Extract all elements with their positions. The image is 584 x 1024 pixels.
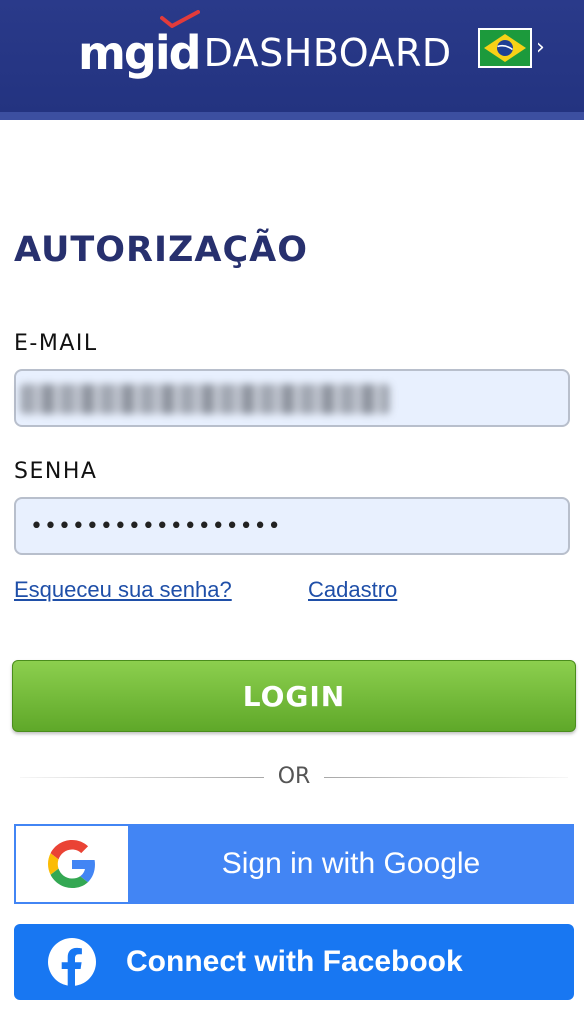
language-selector[interactable]: [478, 28, 532, 68]
google-icon-container: [16, 826, 128, 902]
or-divider: OR: [14, 762, 570, 792]
mgid-dashboard-logo[interactable]: mgid DASHBOARD: [78, 10, 452, 80]
google-signin-button[interactable]: Sign in with Google: [14, 824, 574, 904]
divider-line-left: [20, 777, 264, 778]
facebook-connect-label: Connect with Facebook: [126, 945, 463, 978]
google-icon: [48, 840, 95, 888]
signup-link[interactable]: Cadastro: [308, 576, 397, 604]
google-signin-label: Sign in with Google: [221, 847, 481, 880]
facebook-connect-button[interactable]: Connect with Facebook: [14, 924, 574, 1000]
or-text: OR: [277, 764, 311, 789]
divider-line-right: [324, 777, 568, 778]
brazil-flag-icon: [480, 30, 530, 66]
password-label: SENHA: [14, 459, 98, 484]
password-field[interactable]: [14, 497, 570, 555]
header-bar: mgid DASHBOARD ›: [0, 0, 584, 120]
email-field[interactable]: [14, 369, 570, 427]
logo-brand: mgid: [78, 26, 202, 80]
logo-product: DASHBOARD: [203, 31, 452, 75]
forgot-password-link[interactable]: Esqueceu sua senha?: [14, 576, 232, 604]
email-label: E-MAIL: [14, 331, 98, 356]
logo-checkmark-icon: [160, 10, 200, 28]
page-title: AUTORIZAÇÃO: [14, 230, 309, 270]
login-button[interactable]: LOGIN: [12, 660, 576, 732]
facebook-icon: [48, 938, 96, 986]
chevron-right-icon[interactable]: ›: [536, 34, 545, 62]
